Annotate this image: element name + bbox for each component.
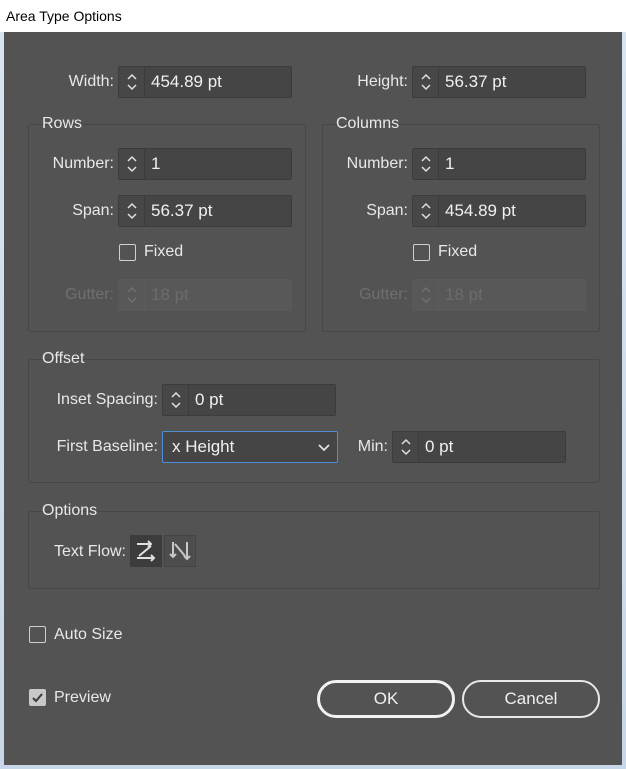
up-down-arrows-icon xyxy=(126,73,137,91)
min-field[interactable]: 0 pt xyxy=(392,431,566,463)
up-down-arrows-icon xyxy=(170,391,181,409)
cancel-button[interactable]: Cancel xyxy=(462,680,600,718)
height-label: Height: xyxy=(357,73,408,90)
rows-fixed-checkbox[interactable] xyxy=(119,244,136,261)
text-flow-label: Text Flow: xyxy=(53,543,126,560)
columns-number-value[interactable]: 1 xyxy=(439,149,585,179)
preview-checkbox[interactable] xyxy=(29,689,46,706)
min-label: Min: xyxy=(357,438,388,455)
auto-size-checkbox[interactable] xyxy=(29,626,46,643)
up-down-arrows-icon xyxy=(420,202,431,220)
up-down-arrows-icon xyxy=(400,438,411,456)
up-down-arrows-icon xyxy=(420,155,431,173)
first-baseline-value: x Height xyxy=(172,437,235,456)
height-value[interactable]: 56.37 pt xyxy=(439,67,585,97)
title-bar: Area Type Options xyxy=(0,0,626,32)
columns-gutter-field: 18 pt xyxy=(412,279,586,311)
up-down-arrows-icon xyxy=(126,286,137,304)
min-value[interactable]: 0 pt xyxy=(419,432,565,462)
rows-number-label: Number: xyxy=(52,155,114,172)
checkmark-icon xyxy=(32,693,43,703)
rows-span-field[interactable]: 56.37 pt xyxy=(118,195,292,227)
width-stepper-arrows[interactable] xyxy=(119,67,145,97)
inset-spacing-value[interactable]: 0 pt xyxy=(189,385,335,415)
rows-span-stepper-arrows[interactable] xyxy=(119,196,145,226)
columns-gutter-value: 18 pt xyxy=(439,280,585,310)
rows-span-label: Span: xyxy=(72,202,114,219)
chevron-down-icon xyxy=(318,444,330,452)
rows-number-value[interactable]: 1 xyxy=(145,149,291,179)
area-type-options-dialog: Width: 454.89 pt Height: 56.37 pt Rows N… xyxy=(4,32,622,765)
rows-span-value[interactable]: 56.37 pt xyxy=(145,196,291,226)
width-field[interactable]: 454.89 pt xyxy=(118,66,292,98)
columns-gutter-stepper-arrows xyxy=(413,280,439,310)
ok-button[interactable]: OK xyxy=(317,680,455,718)
up-down-arrows-icon xyxy=(420,286,431,304)
up-down-arrows-icon xyxy=(126,155,137,173)
rows-fixed-label: Fixed xyxy=(144,243,184,260)
min-stepper-arrows[interactable] xyxy=(393,432,419,462)
columns-span-field[interactable]: 454.89 pt xyxy=(412,195,586,227)
columns-fixed-label: Fixed xyxy=(438,243,478,260)
up-down-arrows-icon xyxy=(420,73,431,91)
rows-number-field[interactable]: 1 xyxy=(118,148,292,180)
inset-spacing-label: Inset Spacing: xyxy=(56,391,158,408)
window-title: Area Type Options xyxy=(6,8,122,24)
first-baseline-select[interactable]: x Height xyxy=(162,431,338,463)
columns-number-field[interactable]: 1 xyxy=(412,148,586,180)
offset-group xyxy=(28,359,600,483)
preview-label: Preview xyxy=(54,689,111,706)
width-label: Width: xyxy=(68,73,114,90)
width-value[interactable]: 454.89 pt xyxy=(145,67,291,97)
height-field[interactable]: 56.37 pt xyxy=(412,66,586,98)
columns-span-stepper-arrows[interactable] xyxy=(413,196,439,226)
rows-number-stepper-arrows[interactable] xyxy=(119,149,145,179)
columns-title: Columns xyxy=(336,115,400,132)
rows-gutter-field: 18 pt xyxy=(118,279,292,311)
rows-title: Rows xyxy=(42,115,83,132)
columns-span-label: Span: xyxy=(366,202,408,219)
flow-by-columns-button[interactable] xyxy=(164,535,196,567)
columns-span-value[interactable]: 454.89 pt xyxy=(439,196,585,226)
options-title: Options xyxy=(42,502,98,519)
columns-number-stepper-arrows[interactable] xyxy=(413,149,439,179)
up-down-arrows-icon xyxy=(126,202,137,220)
rows-gutter-value: 18 pt xyxy=(145,280,291,310)
rows-gutter-stepper-arrows xyxy=(119,280,145,310)
inset-spacing-field[interactable]: 0 pt xyxy=(162,384,336,416)
columns-fixed-checkbox[interactable] xyxy=(413,244,430,261)
height-stepper-arrows[interactable] xyxy=(413,67,439,97)
columns-gutter-label: Gutter: xyxy=(359,286,408,303)
rows-gutter-label: Gutter: xyxy=(65,286,114,303)
first-baseline-label: First Baseline: xyxy=(56,438,158,455)
columns-number-label: Number: xyxy=(346,155,408,172)
auto-size-label: Auto Size xyxy=(54,626,123,643)
offset-title: Offset xyxy=(42,350,85,367)
flow-by-columns-icon xyxy=(169,542,191,561)
flow-by-rows-button[interactable] xyxy=(130,535,162,567)
flow-by-rows-icon xyxy=(137,540,156,562)
inset-spacing-stepper-arrows[interactable] xyxy=(163,385,189,415)
